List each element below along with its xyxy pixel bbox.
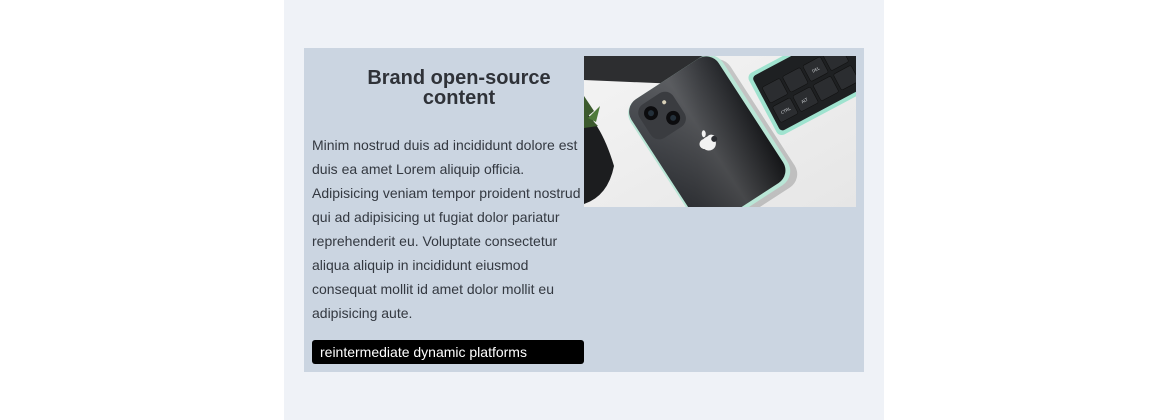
card-content: Brand open-source content Minim nostrud … [312, 56, 584, 364]
card-body-text: Minim nostrud duis ad incididunt dolore … [312, 137, 581, 321]
card-heading: Brand open-source content [367, 67, 551, 109]
page-column: Brand open-source content Minim nostrud … [284, 0, 884, 420]
phone-photo: CTRL ALT DEL [584, 56, 856, 207]
cta-button[interactable]: reintermediate dynamic platforms [312, 340, 584, 364]
content-card: Brand open-source content Minim nostrud … [304, 48, 864, 372]
